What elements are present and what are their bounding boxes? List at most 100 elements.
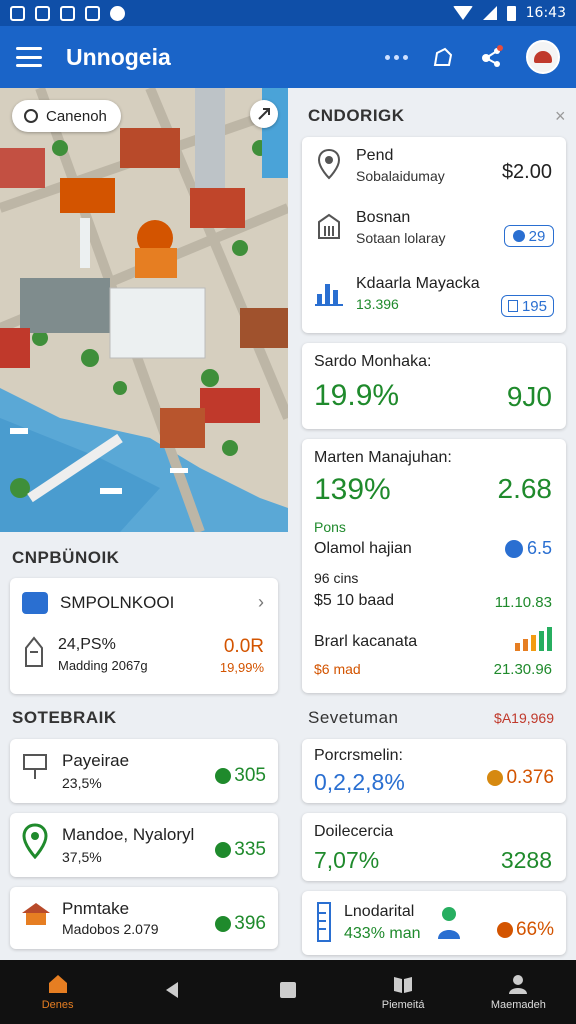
list-item-subtitle: 23,5% xyxy=(62,775,102,791)
row-subtitle: 13.396 xyxy=(356,296,399,312)
nav-label: Maemadeh xyxy=(490,999,546,1011)
info-dot-icon xyxy=(504,539,523,558)
badge-value: 0.376 xyxy=(506,767,554,788)
summary-row-value-secondary: 19,99% xyxy=(219,660,264,675)
summary-row-subtitle: Madding 2067g xyxy=(58,658,148,673)
summary-header[interactable]: SMPOLNKOOI xyxy=(22,592,174,614)
list-item-title: Payeirae xyxy=(62,751,130,770)
list-item-badge: 396 xyxy=(215,913,266,935)
row-badge[interactable]: 29 xyxy=(504,225,554,247)
metric-card[interactable]: Porcrsmelin: 0,2,2,8% 0.376 xyxy=(302,739,566,803)
app-title: Unnogeia xyxy=(66,43,171,70)
nav-label: Piemeitá xyxy=(381,999,425,1011)
recenter-icon xyxy=(258,108,270,120)
book-icon xyxy=(394,977,413,993)
summary-card[interactable]: SMPOLNKOOI › 24,PS% Madding 2067g 0.0R 1… xyxy=(10,578,278,694)
location-icon xyxy=(24,109,38,123)
list-item-badge: 305 xyxy=(215,765,266,787)
avatar[interactable] xyxy=(526,40,560,74)
nav-item-home[interactable]: Denes xyxy=(10,973,106,1011)
badge-value: 396 xyxy=(234,913,266,934)
more-options-icon[interactable] xyxy=(385,54,408,60)
summary-row: 24,PS% Madding 2067g xyxy=(22,636,148,673)
stat-line-value: 21.30.96 xyxy=(493,661,552,678)
home-icon xyxy=(48,975,67,993)
badge-value: 305 xyxy=(234,765,266,786)
building-icon xyxy=(314,209,344,243)
list-item[interactable]: Pnmtake Madobos 2.079 396 xyxy=(10,887,278,949)
location-chip[interactable]: Canenoh xyxy=(12,100,121,132)
section-heading: CNPBÜNOIK xyxy=(12,548,120,567)
status-dot-icon xyxy=(496,922,513,938)
stat-detail-card[interactable]: Marten Manajuhan: 139% 2.68 Pons Olamol … xyxy=(302,439,566,693)
nav-back-button[interactable] xyxy=(125,979,221,1005)
doc-icon xyxy=(507,300,518,312)
section-heading: Sevetuman xyxy=(308,708,399,727)
row-badge[interactable]: 195 xyxy=(500,295,554,317)
status-bar: 16:43 xyxy=(0,0,576,26)
summary-row-value: 0.0R xyxy=(223,636,264,657)
nav-overview-button[interactable] xyxy=(240,979,336,1005)
list-item-title: Pnmtake xyxy=(62,899,130,918)
battery-icon xyxy=(506,5,516,21)
bar-chart-icon xyxy=(314,275,344,309)
media-icon xyxy=(110,5,125,21)
list-item[interactable]: Payeirae 23,5% 305 xyxy=(10,739,278,803)
stat-subtitle: Olamol hajian xyxy=(314,540,412,557)
image-icon xyxy=(60,5,75,21)
row-subtitle: Sobalaidumay xyxy=(356,168,445,184)
metric-title: Lnodarital xyxy=(344,903,415,920)
bottom-nav: Denes Piemeitá Maemadeh xyxy=(0,960,576,1024)
list-item[interactable]: Mandoe, Nyaloryl 37,5% 335 xyxy=(10,813,278,877)
metric-value: 7,07% xyxy=(314,847,380,873)
row-value: $2.00 xyxy=(501,161,552,183)
stat-secondary-value: 2.68 xyxy=(497,473,553,504)
row-title: Kdaarla Mayacka xyxy=(356,275,480,292)
map-view[interactable]: Canenoh xyxy=(0,88,288,532)
share-icon[interactable] xyxy=(478,44,504,70)
back-icon xyxy=(165,982,178,998)
stat-line: Brarl kacanata xyxy=(314,633,418,650)
person-icon xyxy=(509,975,528,994)
status-dot-icon xyxy=(487,770,504,786)
row-badge-value: 195 xyxy=(521,297,547,315)
status-dot-icon xyxy=(215,916,232,932)
tower-icon xyxy=(25,636,43,667)
recenter-button[interactable] xyxy=(250,100,278,128)
row-subtitle: Sotaan lolaray xyxy=(356,230,446,246)
details-card: Pend Sobalaidumay $2.00 Bosnan Sotaan lo… xyxy=(302,137,566,333)
metric-title: Porcrsmelin: xyxy=(314,747,403,764)
home-outline-icon[interactable] xyxy=(430,44,456,70)
badge-value: 335 xyxy=(234,839,266,860)
chevron-right-icon[interactable]: › xyxy=(258,592,264,613)
sign-icon xyxy=(23,754,47,779)
signal-icon xyxy=(482,6,497,20)
stat-card[interactable]: Sardo Monhaka: 19.9% 9J0 xyxy=(302,343,566,429)
metric-badge: 66% xyxy=(496,919,554,941)
row-badge-value: 29 xyxy=(528,227,546,245)
stat-value: 19.9% xyxy=(314,379,400,412)
nav-label: Denes xyxy=(41,999,74,1011)
mini-bar-chart-icon xyxy=(515,625,552,651)
summary-row-title: 24,PS% xyxy=(58,636,116,653)
nav-item-library[interactable]: Piemeitá xyxy=(355,973,451,1011)
app-bar: Unnogeia xyxy=(0,26,576,88)
nav-item-profile[interactable]: Maemadeh xyxy=(470,973,566,1011)
close-icon[interactable]: × xyxy=(555,106,566,127)
stat-title: Sardo Monhaka: xyxy=(314,353,432,370)
person-icon xyxy=(438,907,460,939)
stat-title: Marten Manajuhan: xyxy=(314,449,452,466)
stat-sub-badge: 6.5 xyxy=(504,538,552,559)
panel-title: CNDORIGK xyxy=(308,106,405,125)
menu-icon[interactable] xyxy=(16,47,42,67)
status-dot-icon xyxy=(512,230,525,242)
panel-header: CNDORIGK × xyxy=(308,104,566,128)
metric-card[interactable]: Doilecercia 7,07% 3288 xyxy=(302,813,566,881)
row-title: Pend xyxy=(356,147,394,164)
stat-line: $5 10 baad xyxy=(314,592,395,609)
location-pin-icon xyxy=(314,147,344,181)
metric-card[interactable]: Lnodarital 433% man 66% xyxy=(302,891,566,955)
location-pin-icon xyxy=(22,823,48,859)
section-heading: SOTEBRAIK xyxy=(12,708,117,727)
row-title: Bosnan xyxy=(356,209,411,226)
